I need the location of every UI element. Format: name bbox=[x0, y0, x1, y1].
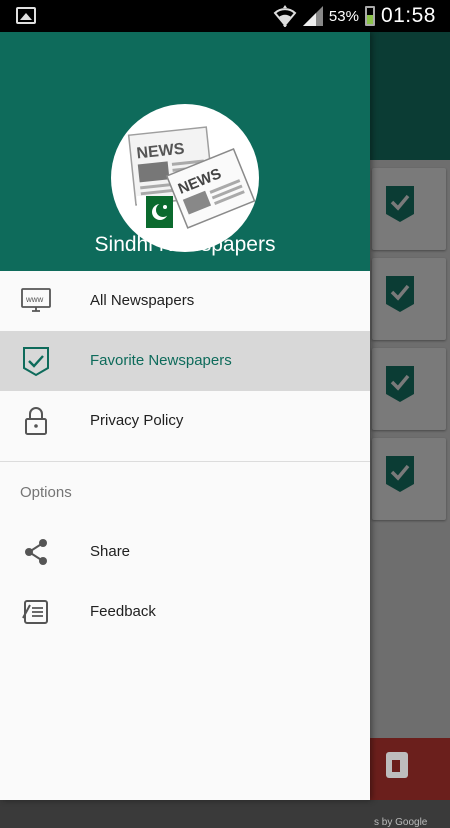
app-logo: NEWS NEWS bbox=[111, 104, 259, 252]
shield-check-icon bbox=[23, 347, 49, 377]
svg-text:www: www bbox=[25, 295, 44, 304]
ad-logo-icon bbox=[386, 752, 408, 778]
shield-check-icon bbox=[386, 276, 414, 312]
clock: 01:58 bbox=[380, 4, 436, 27]
shield-check-icon bbox=[386, 456, 414, 492]
share-icon bbox=[25, 539, 47, 565]
background-card bbox=[372, 258, 446, 340]
shield-check-icon bbox=[386, 366, 414, 402]
menu-item-share[interactable]: Share bbox=[0, 522, 370, 582]
menu-item-privacy-policy[interactable]: Privacy Policy bbox=[0, 391, 370, 451]
menu-item-all-newspapers[interactable]: www All Newspapers bbox=[0, 271, 370, 331]
status-bar-right: 53% 01:58 bbox=[273, 0, 436, 32]
feedback-icon bbox=[22, 600, 48, 624]
background-card bbox=[372, 438, 446, 520]
menu-item-label: Feedback bbox=[90, 603, 156, 620]
menu-item-label: Share bbox=[90, 543, 131, 560]
www-monitor-icon: www bbox=[21, 288, 51, 312]
drawer-menu: www All Newspapers Favorite Newspapers P… bbox=[0, 271, 370, 642]
menu-item-label: Privacy Policy bbox=[90, 412, 184, 429]
options-section-header: Options bbox=[0, 462, 370, 522]
background-card bbox=[372, 168, 446, 250]
background-ad-banner bbox=[370, 738, 450, 800]
gallery-icon bbox=[16, 7, 36, 24]
newspaper-logo-icon: NEWS NEWS bbox=[127, 126, 256, 229]
status-bar: 53% 01:58 bbox=[0, 0, 450, 32]
menu-item-label: All Newspapers bbox=[90, 292, 195, 309]
battery-percent: 53% bbox=[328, 7, 359, 25]
section-title: Options bbox=[20, 484, 72, 501]
menu-item-label: Favorite Newspapers bbox=[90, 352, 232, 369]
navigation-drawer: NEWS NEWS Sindhi Newspapers www All News… bbox=[0, 32, 370, 800]
wifi-icon bbox=[273, 5, 297, 27]
menu-item-favorite-newspapers[interactable]: Favorite Newspapers bbox=[0, 331, 370, 391]
app-title: Sindhi Newspapers bbox=[94, 233, 276, 256]
drawer-header: NEWS NEWS Sindhi Newspapers bbox=[0, 32, 370, 271]
lock-icon bbox=[25, 407, 47, 435]
pakistan-flag-icon bbox=[137, 196, 173, 228]
background-card bbox=[372, 348, 446, 430]
shield-check-icon bbox=[386, 186, 414, 222]
battery-icon bbox=[364, 6, 375, 26]
ad-attribution: s by Google bbox=[374, 817, 428, 828]
menu-item-feedback[interactable]: Feedback bbox=[0, 582, 370, 642]
signal-icon bbox=[302, 6, 323, 26]
background-header bbox=[370, 32, 450, 160]
